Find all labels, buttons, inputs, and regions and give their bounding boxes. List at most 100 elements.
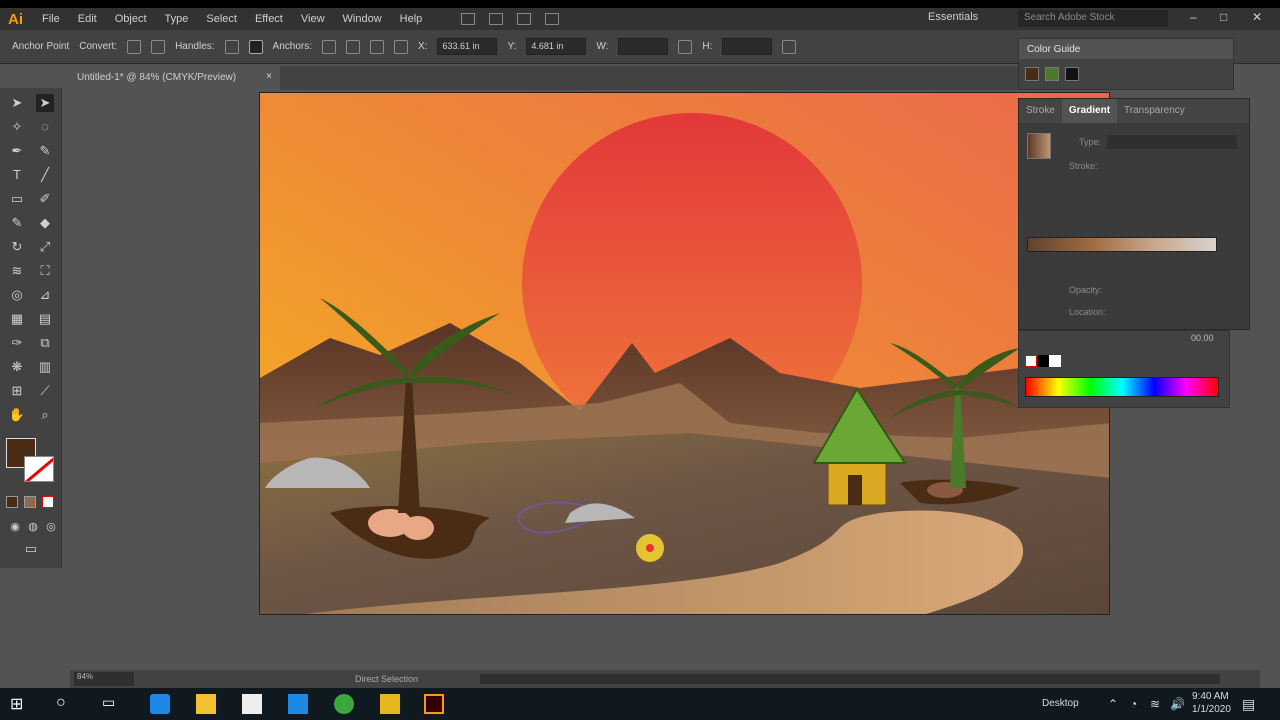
paintbrush-icon[interactable]: ✐	[36, 190, 54, 208]
line-tool-icon[interactable]: ╱	[36, 166, 54, 184]
tab-close-icon[interactable]: ×	[266, 71, 272, 82]
free-transform-icon[interactable]: ⛶	[36, 262, 54, 280]
constrain-proportions-icon[interactable]	[678, 39, 693, 54]
guide-swatch-1[interactable]	[1025, 67, 1039, 81]
width-tool-icon[interactable]: ≋	[8, 262, 26, 280]
show-handles-icon[interactable]	[224, 39, 239, 54]
draw-behind-icon[interactable]: ◍	[24, 518, 42, 536]
tab-transparency[interactable]: Transparency	[1117, 99, 1192, 123]
file-explorer-icon[interactable]	[196, 694, 216, 714]
artboard-canvas[interactable]	[259, 92, 1110, 615]
remove-anchor-icon[interactable]	[322, 39, 336, 54]
bridge-icon[interactable]	[461, 13, 476, 25]
network-icon[interactable]: ◔	[1130, 697, 1137, 711]
tab-stroke[interactable]: Stroke	[1019, 99, 1062, 123]
width-field[interactable]	[618, 38, 669, 55]
convert-corner-icon[interactable]	[127, 39, 142, 54]
menu-object[interactable]: Object	[106, 13, 156, 25]
artboard-tool-icon[interactable]: ⊞	[8, 382, 26, 400]
notifications-icon[interactable]: ▤	[1242, 696, 1255, 713]
wifi-icon[interactable]: ≋	[1150, 697, 1160, 711]
black-swatch[interactable]	[1037, 355, 1049, 367]
illustrator-taskbar-icon[interactable]	[424, 694, 444, 714]
volume-icon[interactable]: 🔊	[1170, 697, 1185, 711]
y-position-field[interactable]: 4.681 in	[526, 38, 587, 55]
hand-tool-icon[interactable]: ✋	[8, 406, 26, 424]
zoom-level-field[interactable]: 84%	[74, 672, 134, 686]
menu-file[interactable]: File	[33, 13, 69, 25]
lasso-icon[interactable]: ◌	[36, 118, 54, 136]
edge-browser-icon[interactable]	[150, 694, 170, 714]
minimize-icon[interactable]: –	[1190, 10, 1197, 24]
none-mode-icon[interactable]	[42, 496, 54, 508]
graph-tool-icon[interactable]: ▥	[36, 358, 54, 376]
maximize-icon[interactable]: □	[1220, 10, 1227, 24]
connect-anchor-icon[interactable]	[346, 39, 360, 54]
height-field[interactable]	[722, 38, 773, 55]
gradient-type-select[interactable]	[1107, 135, 1237, 149]
shaper-tool-icon[interactable]: ✎	[8, 214, 26, 232]
white-swatch[interactable]	[1049, 355, 1061, 367]
color-spectrum[interactable]	[1025, 377, 1219, 397]
blend-tool-icon[interactable]: ⧉	[36, 334, 54, 352]
convert-smooth-icon[interactable]	[151, 39, 166, 54]
draw-normal-icon[interactable]: ◉	[6, 518, 24, 536]
align-icon[interactable]	[394, 39, 408, 54]
eyedropper-icon[interactable]: ✑	[8, 334, 26, 352]
mail-icon[interactable]	[288, 694, 308, 714]
desktop-label[interactable]: Desktop	[1042, 698, 1079, 709]
show-hidden-icons-icon[interactable]: ⌃	[1108, 697, 1118, 711]
scale-tool-icon[interactable]: ⤢	[36, 238, 54, 256]
stock-icon[interactable]	[489, 13, 504, 25]
gradient-preview-swatch[interactable]	[1027, 133, 1051, 159]
gradient-slider[interactable]	[1027, 237, 1217, 252]
cut-path-icon[interactable]	[370, 39, 384, 54]
symbol-sprayer-icon[interactable]: ❋	[8, 358, 26, 376]
menu-effect[interactable]: Effect	[246, 13, 292, 25]
mesh-tool-icon[interactable]: ▦	[8, 310, 26, 328]
guide-swatch-3[interactable]	[1065, 67, 1079, 81]
windows-start-icon[interactable]: ⊞	[10, 694, 30, 714]
type-tool-icon[interactable]: T	[8, 166, 26, 184]
eraser-icon[interactable]: ◆	[36, 214, 54, 232]
rectangle-tool-icon[interactable]: ▭	[8, 190, 26, 208]
direct-selection-tool-icon[interactable]: ➤	[36, 94, 54, 112]
menu-view[interactable]: View	[292, 13, 334, 25]
slice-tool-icon[interactable]: ⟋	[36, 382, 54, 400]
selection-tool-icon[interactable]: ➤	[8, 94, 26, 112]
store-icon[interactable]	[242, 694, 262, 714]
stroke-none-swatch[interactable]	[24, 456, 54, 482]
task-view-icon[interactable]: ▭	[102, 694, 122, 714]
draw-inside-icon[interactable]: ◎	[42, 518, 60, 536]
zoom-tool-icon[interactable]: ⌕	[36, 406, 54, 424]
xbox-icon[interactable]	[334, 694, 354, 714]
magic-wand-icon[interactable]: ✧	[8, 118, 26, 136]
menu-select[interactable]: Select	[197, 13, 246, 25]
rotate-tool-icon[interactable]: ↻	[8, 238, 26, 256]
menu-help[interactable]: Help	[391, 13, 432, 25]
isolate-object-icon[interactable]	[782, 39, 797, 54]
hide-handles-icon[interactable]	[248, 39, 263, 54]
gradient-tool-icon[interactable]: ▤	[36, 310, 54, 328]
curvature-tool-icon[interactable]: ✎	[36, 142, 54, 160]
guide-swatch-2[interactable]	[1045, 67, 1059, 81]
close-icon[interactable]: ✕	[1252, 10, 1262, 24]
clock-time[interactable]: 9:40 AM	[1192, 691, 1229, 702]
cortana-search-icon[interactable]: ○	[56, 694, 76, 714]
x-position-field[interactable]: 633.61 in	[437, 38, 498, 55]
color-mode-icon[interactable]	[6, 496, 18, 508]
none-swatch[interactable]	[1025, 355, 1037, 367]
document-tab[interactable]: Untitled-1* @ 84% (CMYK/Preview) ×	[70, 66, 280, 90]
arrange-documents-icon[interactable]	[517, 13, 532, 25]
gradient-mode-icon[interactable]	[24, 496, 36, 508]
tab-gradient[interactable]: Gradient	[1061, 99, 1118, 123]
menu-window[interactable]: Window	[334, 13, 391, 25]
clock-date[interactable]: 1/1/2020	[1192, 704, 1231, 715]
shape-builder-icon[interactable]: ◎	[8, 286, 26, 304]
menu-edit[interactable]: Edit	[69, 13, 106, 25]
perspective-grid-icon[interactable]: ⊿	[36, 286, 54, 304]
menu-type[interactable]: Type	[156, 13, 198, 25]
gpu-performance-icon[interactable]	[545, 13, 560, 25]
screen-mode-icon[interactable]: ▭	[22, 540, 40, 558]
horizontal-scrollbar[interactable]	[480, 674, 1220, 684]
